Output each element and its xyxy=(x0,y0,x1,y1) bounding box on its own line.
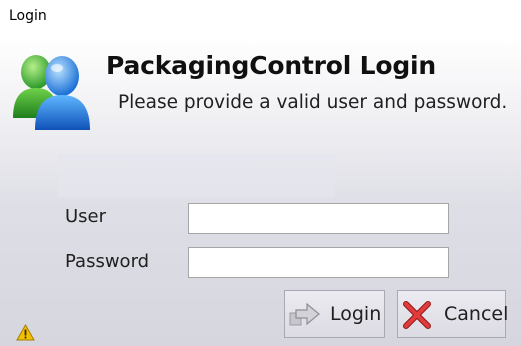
dialog-subheading: Please provide a valid user and password… xyxy=(118,92,508,113)
users-icon xyxy=(13,55,90,130)
login-button[interactable]: Login xyxy=(284,290,385,338)
window-title: Login xyxy=(9,8,47,24)
user-label: User xyxy=(65,206,107,227)
login-button-label: Login xyxy=(330,303,382,325)
placeholder-panel xyxy=(58,154,335,197)
cancel-button[interactable]: Cancel xyxy=(397,290,509,338)
user-input[interactable] xyxy=(188,203,449,234)
password-input[interactable] xyxy=(188,247,449,278)
red-x-icon xyxy=(403,301,431,329)
login-dialog: PackagingControl Login Please provide a … xyxy=(0,36,521,346)
warning-icon xyxy=(16,324,35,341)
password-label: Password xyxy=(65,251,150,272)
login-arrow-icon xyxy=(289,302,320,326)
window-titlebar: Login xyxy=(0,0,521,36)
dialog-heading: PackagingControl Login xyxy=(106,51,437,80)
cancel-button-label: Cancel xyxy=(444,303,509,325)
